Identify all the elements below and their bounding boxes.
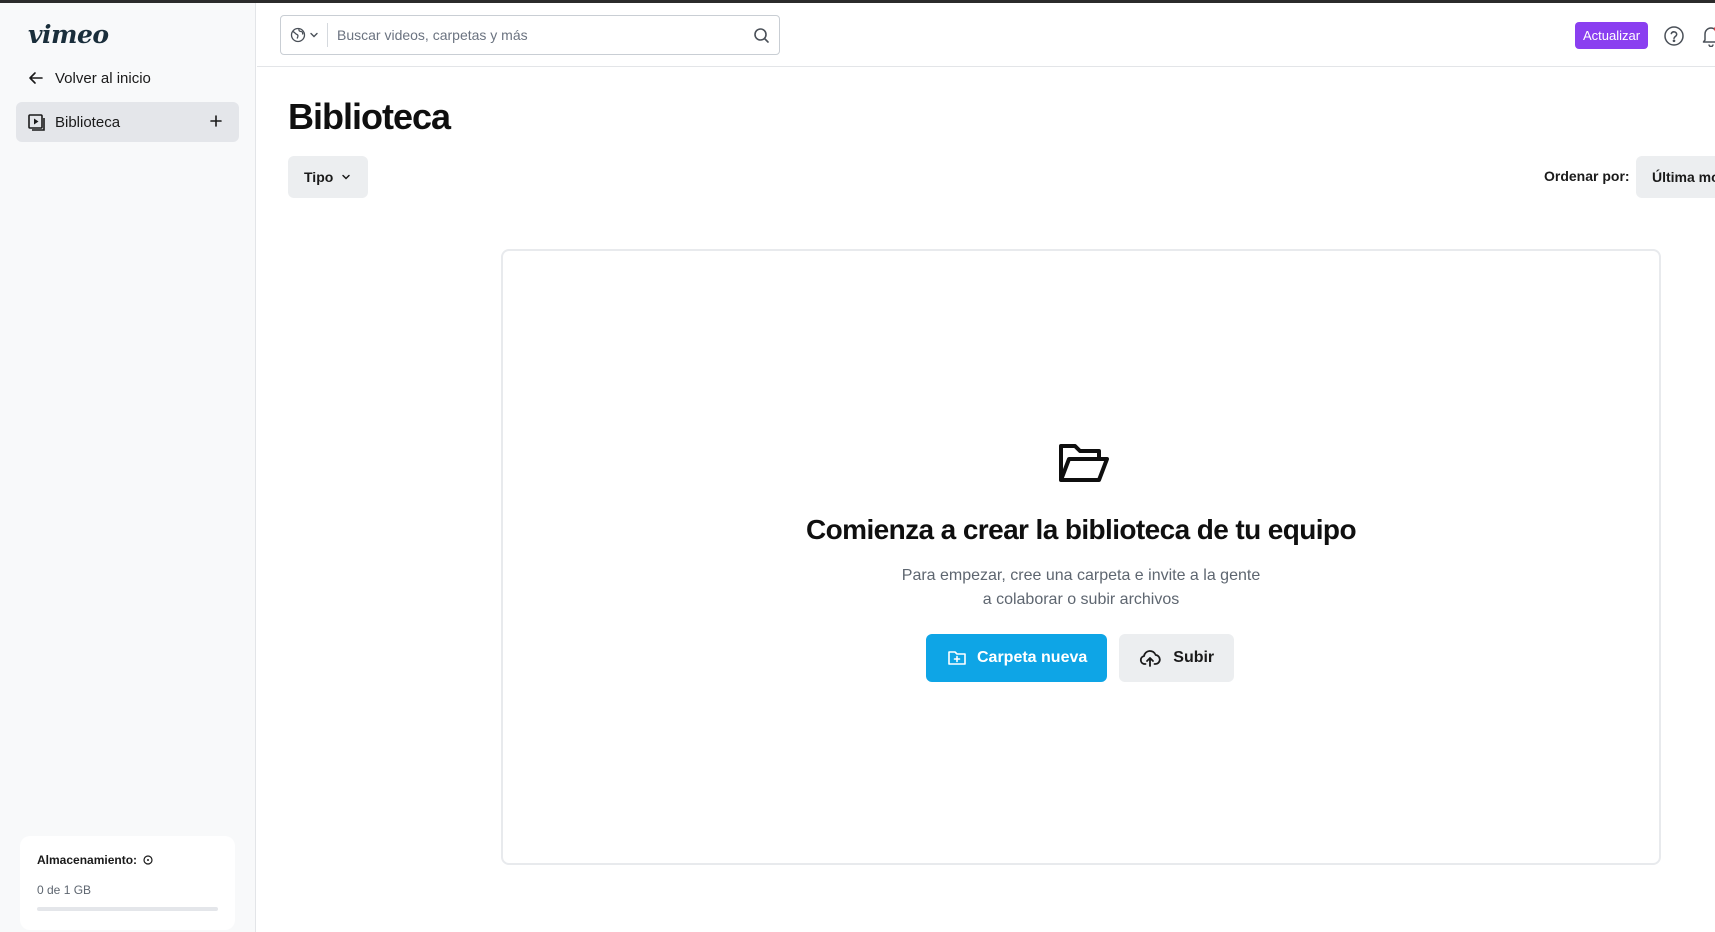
- upgrade-button[interactable]: Actualizar: [1575, 22, 1649, 49]
- search-icon: [753, 27, 769, 43]
- empty-state-description-line-2: a colaborar o subir archivos: [982, 591, 1180, 608]
- chevron-down-icon: [310, 32, 318, 38]
- folder-open-icon: [1059, 444, 1109, 482]
- sort-dropdown[interactable]: Última modificación: [1636, 156, 1715, 198]
- empty-state-description: Para empezar, cree una carpeta e invite …: [503, 564, 1659, 612]
- chevron-down-icon: [342, 174, 351, 180]
- empty-state-description-line-1: Para empezar, cree una carpeta e invite …: [901, 567, 1261, 584]
- bell-icon[interactable]: [1701, 25, 1715, 47]
- globe-icon: [290, 27, 306, 43]
- sidebar-item-library[interactable]: Biblioteca: [16, 102, 239, 142]
- back-link-label: Volver al inicio: [55, 69, 151, 87]
- storage-value: 0 de 1 GB: [37, 883, 92, 897]
- info-icon[interactable]: [143, 855, 153, 865]
- type-filter-dropdown[interactable]: Tipo: [288, 156, 369, 198]
- page-title: Biblioteca: [288, 96, 451, 137]
- storage-title: Almacenamiento:: [37, 853, 138, 867]
- sort-value: Última modificación: [1652, 169, 1715, 185]
- sort-label: Ordenar por:: [1544, 168, 1630, 184]
- search-button[interactable]: [743, 17, 779, 53]
- storage-progress-bar: [37, 907, 218, 911]
- new-folder-button[interactable]: Carpeta nueva: [926, 634, 1108, 682]
- empty-state-title: Comienza a crear la biblioteca de tu equ…: [806, 514, 1357, 545]
- back-to-home-link[interactable]: Volver al inicio: [27, 69, 151, 87]
- sidebar: vimeo Volver al inicio Biblioteca Almace…: [0, 3, 256, 932]
- search-scope-selector[interactable]: [281, 23, 328, 47]
- help-icon[interactable]: [1663, 25, 1685, 47]
- arrow-left-icon: [29, 72, 43, 84]
- library-icon: [28, 113, 45, 131]
- new-folder-label: Carpeta nueva: [977, 649, 1088, 666]
- storage-panel: Almacenamiento: 0 de 1 GB: [20, 836, 235, 930]
- upload-button[interactable]: Subir: [1119, 634, 1235, 682]
- search-bar: [280, 15, 780, 55]
- upload-label: Subir: [1173, 649, 1215, 666]
- plus-icon[interactable]: [207, 112, 225, 130]
- search-input[interactable]: [328, 17, 743, 53]
- empty-state-panel: Comienza a crear la biblioteca de tu equ…: [501, 249, 1661, 865]
- type-filter-label: Tipo: [304, 169, 334, 185]
- vimeo-logo[interactable]: vimeo: [28, 20, 109, 49]
- folder-plus-icon: [948, 651, 966, 665]
- sidebar-item-label: Biblioteca: [55, 113, 121, 131]
- top-header: Actualizar: [257, 3, 1715, 67]
- empty-state-actions: Carpeta nueva Subir: [926, 634, 1235, 682]
- cloud-upload-icon: [1140, 650, 1161, 667]
